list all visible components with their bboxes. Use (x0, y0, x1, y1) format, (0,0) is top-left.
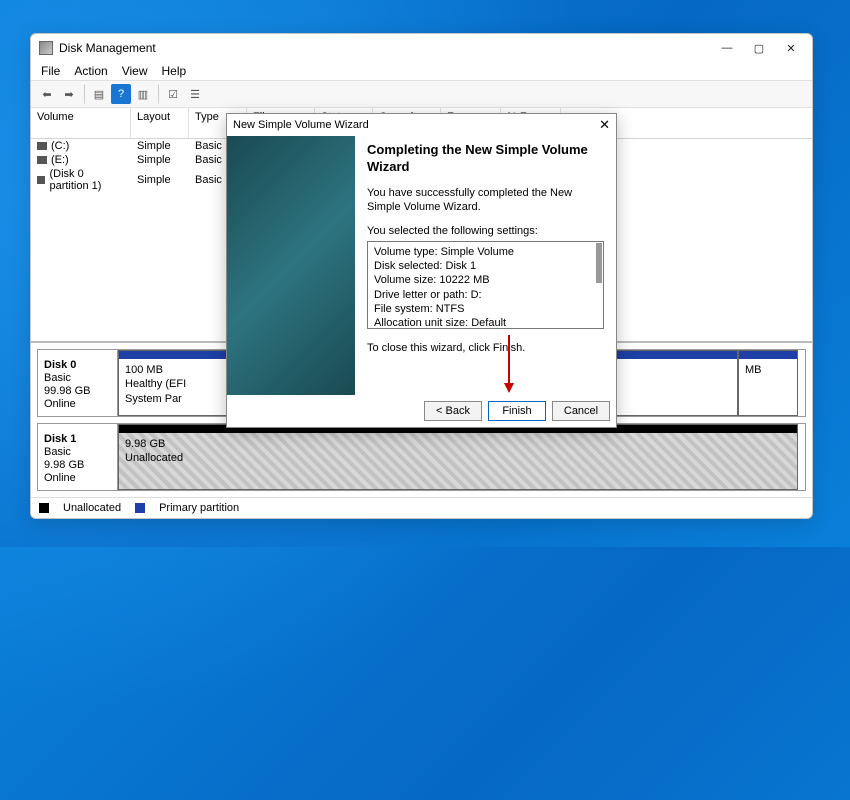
setting-line: Drive letter or path: D: (374, 288, 597, 302)
settings-label: You selected the following settings: (367, 224, 604, 238)
back-icon[interactable]: ⬅ (37, 84, 57, 104)
scrollbar[interactable] (596, 243, 602, 283)
menubar: File Action View Help (31, 62, 812, 80)
setting-line: Disk selected: Disk 1 (374, 259, 597, 273)
legend-label: Unallocated (63, 502, 121, 514)
setting-line: File system: NTFS (374, 302, 597, 316)
minimize-button[interactable]: — (720, 41, 734, 55)
setting-line: Volume size: 10222 MB (374, 273, 597, 287)
menu-view[interactable]: View (122, 64, 148, 78)
settings-listbox[interactable]: Volume type: Simple VolumeDisk selected:… (367, 241, 604, 329)
finish-button[interactable]: Finish (488, 401, 546, 421)
setting-line: Volume type: Simple Volume (374, 245, 597, 259)
list-icon[interactable]: ☰ (185, 84, 205, 104)
dialog-title: New Simple Volume Wizard (233, 119, 369, 131)
help-icon[interactable]: ? (111, 84, 131, 104)
forward-icon[interactable]: ➡ (59, 84, 79, 104)
app-icon (39, 41, 53, 55)
legend: Unallocated Primary partition (31, 497, 812, 518)
back-button[interactable]: < Back (424, 401, 482, 421)
menu-action[interactable]: Action (74, 64, 107, 78)
wizard-message: You have successfully completed the New … (367, 186, 604, 215)
menu-help[interactable]: Help (162, 64, 187, 78)
titlebar[interactable]: Disk Management — ▢ ✕ (31, 34, 812, 62)
checklist-icon[interactable]: ☑ (163, 84, 183, 104)
partition[interactable]: MB (738, 350, 798, 416)
close-button[interactable]: ✕ (784, 41, 798, 55)
new-simple-volume-wizard-dialog: New Simple Volume Wizard ✕ Completing th… (226, 113, 617, 428)
window-title: Disk Management (59, 41, 720, 55)
disk-row[interactable]: Disk 1Basic9.98 GBOnline9.98 GBUnallocat… (37, 423, 806, 491)
legend-label: Primary partition (159, 502, 239, 514)
split-top-icon[interactable]: ▤ (89, 84, 109, 104)
wizard-heading: Completing the New Simple Volume Wizard (367, 142, 604, 176)
setting-line: Allocation unit size: Default (374, 316, 597, 329)
close-message: To close this wizard, click Finish. (367, 341, 604, 355)
split-bottom-icon[interactable]: ▥ (133, 84, 153, 104)
close-icon[interactable]: ✕ (599, 117, 610, 133)
toolbar: ⬅ ➡ ▤ ? ▥ ☑ ☰ (31, 80, 812, 108)
partition[interactable]: 100 MBHealthy (EFI System Par (118, 350, 228, 416)
annotation-arrow (508, 335, 510, 385)
maximize-button[interactable]: ▢ (752, 41, 766, 55)
menu-file[interactable]: File (41, 64, 60, 78)
dialog-titlebar[interactable]: New Simple Volume Wizard ✕ (227, 114, 616, 136)
column-header[interactable]: Volume (31, 108, 131, 138)
partition[interactable]: 9.98 GBUnallocated (118, 424, 798, 490)
cancel-button[interactable]: Cancel (552, 401, 610, 421)
column-header[interactable]: Layout (131, 108, 189, 138)
wizard-sidebar-image (227, 136, 355, 395)
